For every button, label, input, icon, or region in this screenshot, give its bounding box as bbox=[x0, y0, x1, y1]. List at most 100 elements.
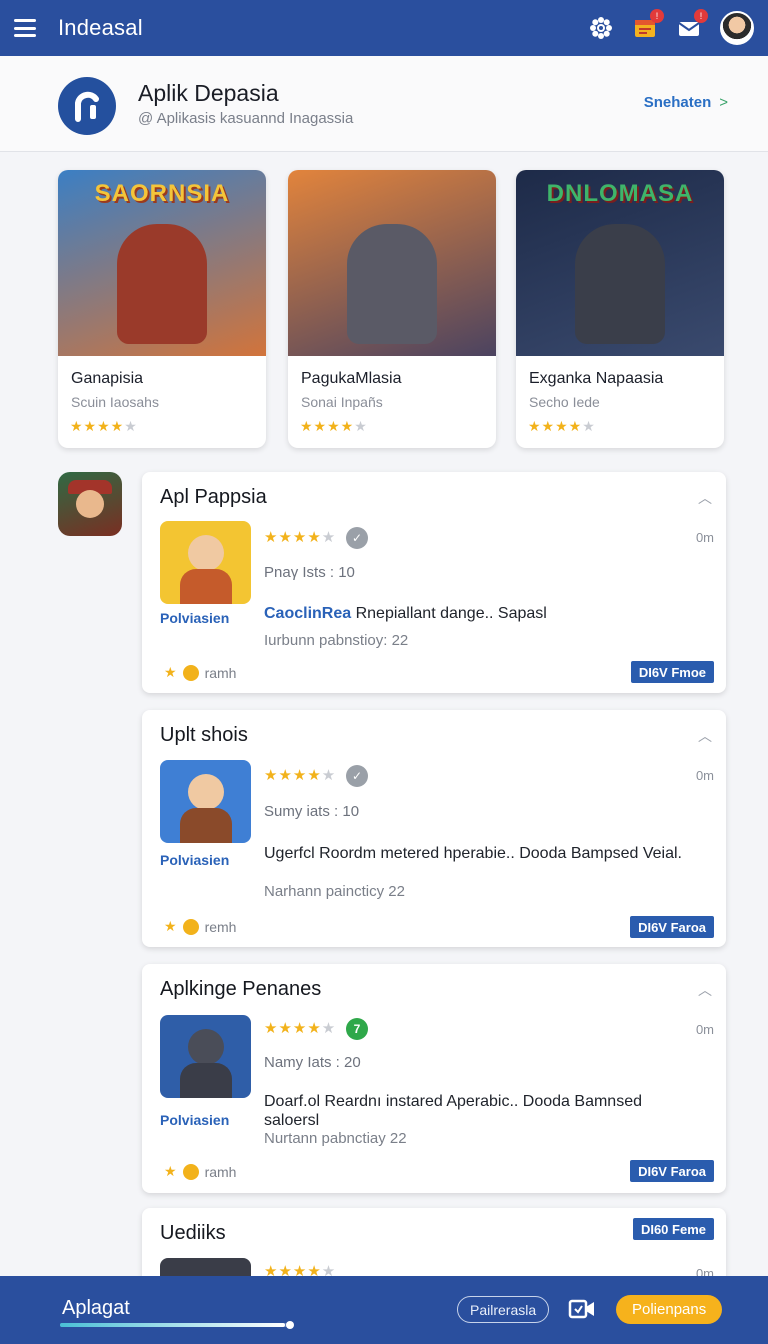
featured-card[interactable]: DNLOMASA Exganka Napaasia Secho Iede ★★★… bbox=[516, 170, 724, 448]
progress-handle[interactable] bbox=[286, 1321, 294, 1329]
icon-head bbox=[188, 774, 224, 810]
app-bar-title: Indeasal bbox=[58, 15, 143, 40]
footer-label: ramh bbox=[204, 664, 237, 681]
icon-body bbox=[180, 808, 232, 843]
bottom-bar: Aplagat Pailrerasla Polienpans bbox=[0, 1276, 768, 1344]
chevron-up-icon[interactable]: ︿ bbox=[698, 726, 712, 746]
install-button[interactable]: DI6V Faroa bbox=[630, 1160, 714, 1182]
developer-label: Polviasien bbox=[160, 852, 230, 868]
coin-icon bbox=[182, 1163, 199, 1180]
card-title: Uplt shois bbox=[160, 724, 248, 746]
card-title: Uediiks bbox=[160, 1222, 226, 1244]
star-rating: ★★★★★ bbox=[264, 1020, 337, 1037]
developer-label: Polviasien bbox=[160, 1112, 230, 1128]
app-subtitle: @ Aplikasis kasuannd Inagassia bbox=[138, 110, 354, 127]
featured-subtitle: Scuin Iaosahs bbox=[71, 394, 159, 410]
featured-art: SAORNSIA bbox=[58, 170, 266, 356]
app-header: Aplik Depasia @ Aplikasis kasuannd Inaga… bbox=[0, 56, 768, 152]
side-avatar[interactable] bbox=[58, 472, 122, 536]
card-title: Aplkinge Penanes bbox=[160, 978, 322, 1000]
notification-badge: ! bbox=[694, 9, 708, 23]
featured-card[interactable]: SAORNSIA Ganapisia Scuin Iaosahs ★★★★★ bbox=[58, 170, 266, 448]
star-rating: ★★★★★ bbox=[300, 418, 368, 434]
secondary-label: Nurtann pabnctiay 22 bbox=[264, 1130, 407, 1147]
secondary-label: Narhann paincticy 22 bbox=[264, 883, 405, 900]
footer-rating: ★ remh bbox=[164, 918, 236, 935]
featured-card[interactable]: PagukaMlasia Sonai Inpañs ★★★★★ bbox=[288, 170, 496, 448]
meta-label: Namy Iats : 20 bbox=[264, 1054, 361, 1071]
description-text: Rnepiallant dange.. Sapasl bbox=[355, 605, 547, 622]
user-avatar[interactable] bbox=[720, 11, 754, 45]
avatar-face bbox=[76, 490, 104, 518]
featured-carousel: SAORNSIA Ganapisia Scuin Iaosahs ★★★★★ P… bbox=[58, 170, 726, 448]
star-icon: ★ bbox=[164, 918, 177, 934]
footer-label: ramh bbox=[204, 1163, 237, 1180]
star-rating: ★★★★★ bbox=[70, 418, 138, 434]
app-list-card[interactable]: Apl Pappsia ︿ Polviasien ★★★★★ ✓ 0m Pnaγ… bbox=[142, 472, 726, 693]
character-illustration bbox=[575, 224, 665, 344]
icon-head bbox=[188, 535, 224, 571]
character-illustration bbox=[347, 224, 437, 344]
star-rating: ★★★★★ bbox=[264, 529, 337, 546]
chevron-up-icon[interactable]: ︿ bbox=[698, 488, 712, 508]
footer-label: remh bbox=[204, 918, 237, 935]
header-link-label: Snehaten bbox=[643, 94, 712, 111]
install-button[interactable]: DI60 Feme bbox=[632, 1218, 714, 1240]
chevron-right-icon: > bbox=[719, 94, 728, 111]
meta-label: Sumy iats : 10 bbox=[264, 803, 360, 820]
secondary-label: Iurbunn pabnstioy: 22 bbox=[264, 632, 409, 649]
icon-body bbox=[180, 1063, 232, 1098]
meta-label: Pnaγ Ists : 10 bbox=[264, 564, 355, 581]
mail-icon[interactable]: ! bbox=[676, 9, 708, 41]
header-see-all-link[interactable]: Snehaten > bbox=[644, 94, 728, 111]
description: Doarf.ol Reardnı instared Aperabic.. Doo… bbox=[264, 1092, 684, 1130]
description-highlight: CaoclinRea bbox=[264, 605, 352, 622]
featured-name: Exganka Napaasia bbox=[529, 370, 664, 387]
notification-badge: ! bbox=[650, 9, 664, 23]
chevron-up-icon[interactable]: ︿ bbox=[698, 980, 712, 1000]
footer-rating: ★ ramh bbox=[164, 664, 236, 681]
time-label: 0m bbox=[695, 530, 714, 545]
icon-head bbox=[188, 1029, 224, 1065]
app-icon bbox=[160, 1015, 251, 1098]
gear-icon[interactable] bbox=[588, 15, 614, 41]
secondary-action-button[interactable]: Pailrerasla bbox=[457, 1296, 550, 1323]
time-label: 0m bbox=[695, 768, 714, 783]
card-title: Apl Pappsia bbox=[160, 486, 267, 508]
app-name: Aplik Depasia bbox=[138, 80, 279, 106]
featured-name: Ganapisia bbox=[71, 370, 144, 387]
install-button[interactable]: DI6V Fmoe bbox=[630, 661, 714, 683]
character-illustration bbox=[117, 224, 207, 344]
description: Ugerfcl Roordm metered hperabie.. Dooda … bbox=[264, 844, 684, 863]
time-label: 0m bbox=[695, 1022, 714, 1037]
bottom-bar-label: Aplagat bbox=[62, 1297, 130, 1319]
progress-bar bbox=[60, 1323, 290, 1327]
featured-name: PagukaMlasia bbox=[301, 370, 402, 387]
star-rating: ★★★★★ bbox=[528, 418, 596, 434]
app-bar-actions: ! ! bbox=[588, 9, 754, 45]
featured-art bbox=[288, 170, 496, 356]
app-icon bbox=[160, 760, 251, 843]
app-logo-icon bbox=[58, 77, 116, 135]
coin-icon bbox=[182, 918, 199, 935]
check-icon: ✓ bbox=[346, 527, 368, 549]
menu-icon[interactable] bbox=[14, 19, 36, 37]
featured-subtitle: Secho Iede bbox=[529, 394, 600, 410]
app-list-card[interactable]: Aplkinge Penanes ︿ Polviasien ★★★★★ 7 0m… bbox=[142, 964, 726, 1193]
progress-fill bbox=[60, 1323, 286, 1327]
app-list-card[interactable]: Uplt shois ︿ Polviasien ★★★★★ ✓ 0m Sumy … bbox=[142, 710, 726, 947]
rating-badge: 7 bbox=[346, 1018, 368, 1040]
description-text: Ugerfcl Roordm metered hperabie.. Dooda … bbox=[264, 845, 682, 862]
video-icon[interactable] bbox=[568, 1296, 596, 1322]
star-icon: ★ bbox=[164, 664, 177, 680]
featured-subtitle: Sonai Inpañs bbox=[301, 394, 383, 410]
star-rating: ★★★★★ bbox=[264, 767, 337, 784]
calendar-icon[interactable]: ! bbox=[632, 9, 664, 41]
top-app-bar: Indeasal ! ! bbox=[0, 0, 768, 56]
star-icon: ★ bbox=[164, 1163, 177, 1179]
install-button[interactable]: DI6V Faroa bbox=[630, 916, 714, 938]
featured-art-title: SAORNSIA bbox=[94, 180, 230, 207]
primary-action-button[interactable]: Polienpans bbox=[616, 1295, 723, 1324]
featured-art-title: DNLOMASA bbox=[546, 180, 694, 207]
coin-icon bbox=[182, 664, 199, 681]
